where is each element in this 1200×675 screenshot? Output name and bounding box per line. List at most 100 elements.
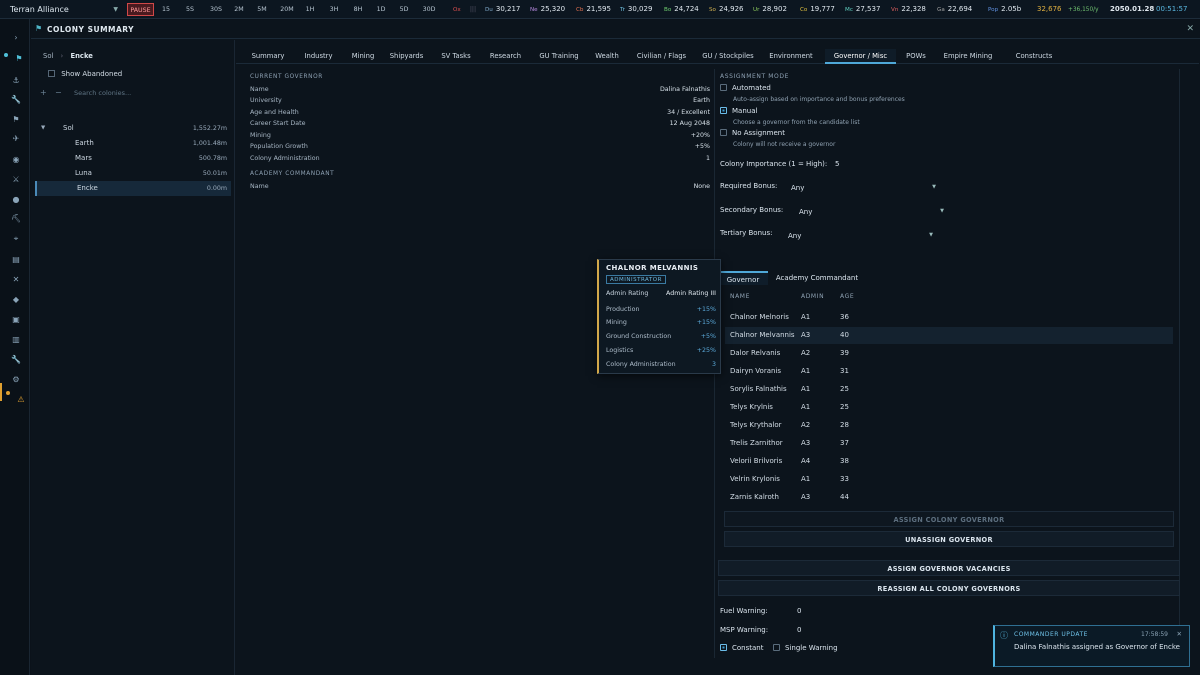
tab-wealth[interactable]: Wealth: [589, 49, 625, 64]
tab-civilian-flags[interactable]: Civilian / Flags: [629, 49, 694, 64]
tool-icon[interactable]: 🔧: [9, 353, 23, 367]
close-icon[interactable]: ✕: [1177, 630, 1182, 638]
governor-info-row: Name Dalina Falnathis: [250, 86, 710, 97]
tab-gu-stockpiles[interactable]: GU / Stockpiles: [698, 49, 758, 64]
speed-button[interactable]: 2M: [229, 3, 249, 16]
candidate-row[interactable]: Telys Krythalor A2 28: [725, 417, 1173, 434]
tab-mining[interactable]: Mining: [345, 49, 381, 64]
candidate-row[interactable]: Trelis Zarnithor A3 37: [725, 435, 1173, 452]
speed-button[interactable]: 30S: [205, 3, 227, 16]
tab-gu-training[interactable]: GU Training: [533, 49, 585, 64]
target-icon[interactable]: ◉: [9, 153, 23, 167]
clipboard-icon[interactable]: ▤: [9, 253, 23, 267]
tab-research[interactable]: Research: [483, 49, 528, 64]
person-icon[interactable]: ●: [9, 193, 23, 207]
colony-row[interactable]: Encke 0.00m: [35, 181, 231, 196]
candidate-row[interactable]: Sorylis Falnathis A1 25: [725, 381, 1173, 398]
speed-button[interactable]: 8H: [348, 3, 368, 16]
speed-button[interactable]: 5S: [180, 3, 200, 16]
colony-row[interactable]: Luna 50.01m: [35, 166, 231, 181]
rocket-icon[interactable]: ✈: [9, 132, 23, 146]
tab-empire-mining[interactable]: Empire Mining: [933, 49, 1003, 64]
candidate-row[interactable]: Velrin Krylonis A1 33: [725, 471, 1173, 488]
close-icon[interactable]: ✕: [1186, 24, 1194, 34]
tab-constructs[interactable]: Constructs: [1009, 49, 1059, 64]
mode-option-manual[interactable]: Manual: [720, 107, 757, 115]
telescope-icon[interactable]: ⌖: [9, 232, 23, 246]
warning-icon[interactable]: ⚠: [14, 393, 28, 407]
colony-row[interactable]: Earth 1,001.48m: [35, 136, 231, 151]
candidate-row[interactable]: Dalor Relvanis A2 39: [725, 345, 1173, 362]
radio-button[interactable]: [720, 129, 727, 136]
notification-toast[interactable]: ⓘ COMMANDER UPDATE 17:58:59 ✕ Dalina Fal…: [993, 625, 1190, 667]
cross-icon[interactable]: ✕: [9, 273, 23, 287]
speed-button[interactable]: 30D: [418, 3, 440, 16]
box-icon[interactable]: ▣: [9, 313, 23, 327]
tab-pows[interactable]: POWs: [903, 49, 929, 64]
speed-button[interactable]: 20M: [276, 3, 298, 16]
importance-input[interactable]: 5: [835, 160, 839, 168]
reassign-all-button[interactable]: REASSIGN ALL COLONY GOVERNORS: [718, 580, 1180, 596]
swords-icon[interactable]: ⚔: [9, 173, 23, 187]
flag-icon[interactable]: ⚑: [12, 52, 26, 66]
tab-shipyards[interactable]: Shipyards: [384, 49, 429, 64]
colony-row[interactable]: Mars 500.78m: [35, 151, 231, 166]
colony-row[interactable]: ▼ Sol 1,552.27m: [35, 121, 231, 136]
checkbox[interactable]: [48, 70, 55, 77]
speed-button[interactable]: 5D: [394, 3, 414, 16]
tab-environment[interactable]: Environment: [762, 49, 820, 64]
candidate-row[interactable]: Chalnor Melvannis A3 40: [725, 327, 1173, 344]
show-abandoned-toggle[interactable]: Show Abandoned: [48, 70, 122, 78]
assign-governor-button[interactable]: ASSIGN COLONY GOVERNOR: [724, 511, 1174, 527]
fuel-warning-input[interactable]: 0: [797, 607, 801, 615]
unassign-governor-button[interactable]: UNASSIGN GOVERNOR: [724, 531, 1174, 547]
collapse-all-icon[interactable]: −: [55, 88, 62, 97]
tab-summary[interactable]: Summary: [244, 49, 292, 64]
breadcrumb-root[interactable]: Sol: [43, 52, 53, 60]
msp-warning-input[interactable]: 0: [797, 626, 801, 634]
col-admin[interactable]: ADMIN: [801, 293, 824, 300]
expand-all-icon[interactable]: +: [40, 88, 47, 97]
col-age[interactable]: AGE: [840, 293, 854, 300]
anchor-icon[interactable]: ⚓: [9, 74, 23, 88]
tab-industry[interactable]: Industry: [296, 49, 341, 64]
tab-sv-tasks[interactable]: SV Tasks: [433, 49, 479, 64]
gear-icon[interactable]: ⚙: [9, 373, 23, 387]
tag-icon[interactable]: ◆: [9, 293, 23, 307]
resource-label: Ox: [453, 7, 461, 13]
mode-option-no-assignment[interactable]: No Assignment: [720, 129, 785, 137]
candidate-row[interactable]: Zarnis Kalroth A3 44: [725, 489, 1173, 506]
assign-vacancies-button[interactable]: ASSIGN GOVERNOR VACANCIES: [718, 560, 1180, 576]
radio-button[interactable]: [720, 644, 727, 651]
pause-button[interactable]: PAUSE: [127, 3, 154, 16]
single-warning-option[interactable]: Single Warning: [773, 644, 838, 652]
col-name[interactable]: NAME: [730, 293, 750, 300]
speed-button[interactable]: 1H: [300, 3, 320, 16]
wrench-icon[interactable]: 🔧: [9, 93, 23, 107]
subtab-academy-commandant[interactable]: Academy Commandant: [771, 271, 863, 285]
speed-button[interactable]: 15: [156, 3, 176, 16]
search-input[interactable]: Search colonies...: [74, 89, 131, 97]
speed-button[interactable]: 3H: [324, 3, 344, 16]
radio-button[interactable]: [720, 107, 727, 114]
constant-option[interactable]: Constant: [720, 644, 763, 652]
pickaxe-icon[interactable]: ⛏: [9, 212, 23, 226]
speed-button[interactable]: 5M: [252, 3, 272, 16]
candidate-row[interactable]: Chalnor Melnoris A1 36: [725, 309, 1173, 326]
required-bonus-select[interactable]: Any ▼: [791, 184, 936, 192]
candidate-row[interactable]: Telys Krylnis A1 25: [725, 399, 1173, 416]
candidate-row[interactable]: Dairyn Voranis A1 31: [725, 363, 1173, 380]
radio-button[interactable]: [720, 84, 727, 91]
radio-button[interactable]: [773, 644, 780, 651]
tertiary-bonus-select[interactable]: Any ▼: [788, 232, 933, 240]
mode-option-automated[interactable]: Automated: [720, 84, 771, 92]
subtab-governor[interactable]: Governor: [718, 271, 768, 285]
tab-governor-misc[interactable]: Governor / Misc: [825, 49, 896, 64]
secondary-bonus-select[interactable]: Any ▼: [799, 208, 944, 216]
flag-small-icon[interactable]: ⚑: [9, 113, 23, 127]
empire-selector[interactable]: Terran Alliance ▼: [4, 2, 122, 17]
speed-button[interactable]: 1D: [371, 3, 391, 16]
chevron-right-icon[interactable]: ›: [9, 31, 23, 45]
candidate-row[interactable]: Velorii Brilvoris A4 38: [725, 453, 1173, 470]
list-icon[interactable]: ▥: [9, 333, 23, 347]
